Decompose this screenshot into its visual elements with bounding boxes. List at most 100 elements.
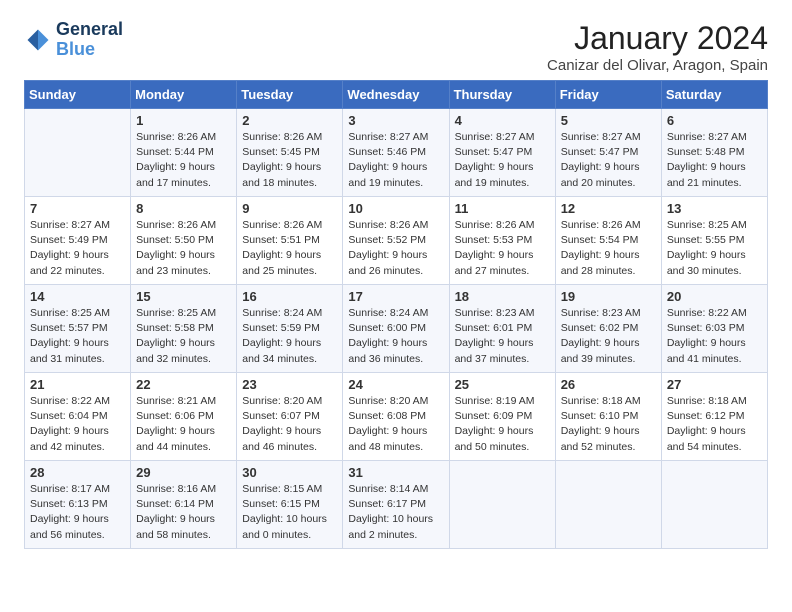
week-row-2: 7 Sunrise: 8:27 AM Sunset: 5:49 PM Daylig… [25, 197, 768, 285]
day-content: Sunrise: 8:27 AM Sunset: 5:47 PM Dayligh… [561, 130, 656, 191]
day-number: 13 [667, 201, 762, 216]
day-content: Sunrise: 8:26 AM Sunset: 5:52 PM Dayligh… [348, 218, 443, 279]
day-number: 23 [242, 377, 337, 392]
day-number: 29 [136, 465, 231, 480]
day-cell: 30Sunrise: 8:15 AM Sunset: 6:15 PM Dayli… [237, 461, 343, 549]
day-number: 17 [348, 289, 443, 304]
day-number: 14 [30, 289, 125, 304]
day-number: 19 [561, 289, 656, 304]
day-cell: 26 Sunrise: 8:18 AM Sunset: 6:10 PM Dayli… [555, 373, 661, 461]
day-number: 28 [30, 465, 125, 480]
day-cell: 6 Sunrise: 8:27 AM Sunset: 5:48 PM Daylig… [661, 109, 767, 197]
day-number: 22 [136, 377, 231, 392]
day-cell [449, 461, 555, 549]
day-content: Sunrise: 8:25 AM Sunset: 5:58 PM Dayligh… [136, 306, 231, 367]
day-content: Sunrise: 8:26 AM Sunset: 5:44 PM Dayligh… [136, 130, 231, 191]
day-content: Sunrise: 8:25 AM Sunset: 5:57 PM Dayligh… [30, 306, 125, 367]
day-cell: 19 Sunrise: 8:23 AM Sunset: 6:02 PM Dayli… [555, 285, 661, 373]
day-number: 7 [30, 201, 125, 216]
day-cell: 12 Sunrise: 8:26 AM Sunset: 5:54 PM Dayli… [555, 197, 661, 285]
day-content: Sunrise: 8:20 AM Sunset: 6:07 PM Dayligh… [242, 394, 337, 455]
day-number: 20 [667, 289, 762, 304]
day-number: 12 [561, 201, 656, 216]
day-cell: 13 Sunrise: 8:25 AM Sunset: 5:55 PM Dayli… [661, 197, 767, 285]
day-number: 25 [455, 377, 550, 392]
day-number: 21 [30, 377, 125, 392]
day-number: 11 [455, 201, 550, 216]
day-cell: 18 Sunrise: 8:23 AM Sunset: 6:01 PM Dayli… [449, 285, 555, 373]
column-header-thursday: Thursday [449, 81, 555, 109]
day-number: 27 [667, 377, 762, 392]
day-content: Sunrise: 8:24 AM Sunset: 5:59 PM Dayligh… [242, 306, 337, 367]
day-cell: 2 Sunrise: 8:26 AM Sunset: 5:45 PM Daylig… [237, 109, 343, 197]
week-row-5: 28 Sunrise: 8:17 AM Sunset: 6:13 PM Dayli… [25, 461, 768, 549]
day-number: 3 [348, 113, 443, 128]
day-content: Sunrise: 8:20 AM Sunset: 6:08 PM Dayligh… [348, 394, 443, 455]
day-content: Sunrise: 8:22 AM Sunset: 6:03 PM Dayligh… [667, 306, 762, 367]
day-cell: 27 Sunrise: 8:18 AM Sunset: 6:12 PM Dayli… [661, 373, 767, 461]
day-cell [25, 109, 131, 197]
day-number: 4 [455, 113, 550, 128]
page-header: General Blue January 2024 Canizar del Ol… [24, 20, 768, 74]
day-number: 30 [242, 465, 337, 480]
day-content: Sunrise: 8:14 AM Sunset: 6:17 PM Dayligh… [348, 482, 443, 543]
day-content: Sunrise: 8:27 AM Sunset: 5:48 PM Dayligh… [667, 130, 762, 191]
calendar-table: SundayMondayTuesdayWednesdayThursdayFrid… [24, 80, 768, 549]
day-number: 24 [348, 377, 443, 392]
day-content: Sunrise: 8:27 AM Sunset: 5:46 PM Dayligh… [348, 130, 443, 191]
logo-text: General Blue [56, 20, 123, 60]
day-cell: 25 Sunrise: 8:19 AM Sunset: 6:09 PM Dayli… [449, 373, 555, 461]
week-row-3: 14 Sunrise: 8:25 AM Sunset: 5:57 PM Dayli… [25, 285, 768, 373]
day-content: Sunrise: 8:26 AM Sunset: 5:54 PM Dayligh… [561, 218, 656, 279]
day-content: Sunrise: 8:22 AM Sunset: 6:04 PM Dayligh… [30, 394, 125, 455]
day-number: 26 [561, 377, 656, 392]
day-number: 6 [667, 113, 762, 128]
day-cell: 15 Sunrise: 8:25 AM Sunset: 5:58 PM Dayli… [131, 285, 237, 373]
day-content: Sunrise: 8:26 AM Sunset: 5:50 PM Dayligh… [136, 218, 231, 279]
day-number: 2 [242, 113, 337, 128]
day-cell: 31 Sunrise: 8:14 AM Sunset: 6:17 PM Dayli… [343, 461, 449, 549]
day-content: Sunrise: 8:23 AM Sunset: 6:01 PM Dayligh… [455, 306, 550, 367]
column-header-saturday: Saturday [661, 81, 767, 109]
day-content: Sunrise: 8:17 AM Sunset: 6:13 PM Dayligh… [30, 482, 125, 543]
day-cell: 1 Sunrise: 8:26 AM Sunset: 5:44 PM Daylig… [131, 109, 237, 197]
day-number: 16 [242, 289, 337, 304]
day-content: Sunrise: 8:18 AM Sunset: 6:12 PM Dayligh… [667, 394, 762, 455]
day-number: 5 [561, 113, 656, 128]
day-content: Sunrise: 8:19 AM Sunset: 6:09 PM Dayligh… [455, 394, 550, 455]
day-number: 31 [348, 465, 443, 480]
day-cell: 5 Sunrise: 8:27 AM Sunset: 5:47 PM Daylig… [555, 109, 661, 197]
day-number: 15 [136, 289, 231, 304]
title-block: January 2024 Canizar del Olivar, Aragon,… [547, 20, 768, 74]
week-row-4: 21 Sunrise: 8:22 AM Sunset: 6:04 PM Dayli… [25, 373, 768, 461]
day-cell: 24 Sunrise: 8:20 AM Sunset: 6:08 PM Dayli… [343, 373, 449, 461]
day-content: Sunrise: 8:18 AM Sunset: 6:10 PM Dayligh… [561, 394, 656, 455]
day-number: 10 [348, 201, 443, 216]
day-cell [661, 461, 767, 549]
day-cell: 29 Sunrise: 8:16 AM Sunset: 6:14 PM Dayli… [131, 461, 237, 549]
day-content: Sunrise: 8:27 AM Sunset: 5:49 PM Dayligh… [30, 218, 125, 279]
header-row: SundayMondayTuesdayWednesdayThursdayFrid… [25, 81, 768, 109]
day-cell: 22 Sunrise: 8:21 AM Sunset: 6:06 PM Dayli… [131, 373, 237, 461]
day-cell: 23 Sunrise: 8:20 AM Sunset: 6:07 PM Dayli… [237, 373, 343, 461]
day-number: 8 [136, 201, 231, 216]
day-cell: 28 Sunrise: 8:17 AM Sunset: 6:13 PM Dayli… [25, 461, 131, 549]
day-content: Sunrise: 8:26 AM Sunset: 5:45 PM Dayligh… [242, 130, 337, 191]
logo: General Blue [24, 20, 123, 60]
day-content: Sunrise: 8:23 AM Sunset: 6:02 PM Dayligh… [561, 306, 656, 367]
column-header-sunday: Sunday [25, 81, 131, 109]
day-cell: 9Sunrise: 8:26 AM Sunset: 5:51 PM Daylig… [237, 197, 343, 285]
day-number: 1 [136, 113, 231, 128]
week-row-1: 1 Sunrise: 8:26 AM Sunset: 5:44 PM Daylig… [25, 109, 768, 197]
day-cell: 14 Sunrise: 8:25 AM Sunset: 5:57 PM Dayli… [25, 285, 131, 373]
day-cell: 3 Sunrise: 8:27 AM Sunset: 5:46 PM Daylig… [343, 109, 449, 197]
day-content: Sunrise: 8:21 AM Sunset: 6:06 PM Dayligh… [136, 394, 231, 455]
day-number: 18 [455, 289, 550, 304]
day-cell: 17Sunrise: 8:24 AM Sunset: 6:00 PM Dayli… [343, 285, 449, 373]
day-cell: 4Sunrise: 8:27 AM Sunset: 5:47 PM Daylig… [449, 109, 555, 197]
day-content: Sunrise: 8:16 AM Sunset: 6:14 PM Dayligh… [136, 482, 231, 543]
logo-icon [24, 26, 52, 54]
column-header-friday: Friday [555, 81, 661, 109]
day-content: Sunrise: 8:25 AM Sunset: 5:55 PM Dayligh… [667, 218, 762, 279]
day-number: 9 [242, 201, 337, 216]
